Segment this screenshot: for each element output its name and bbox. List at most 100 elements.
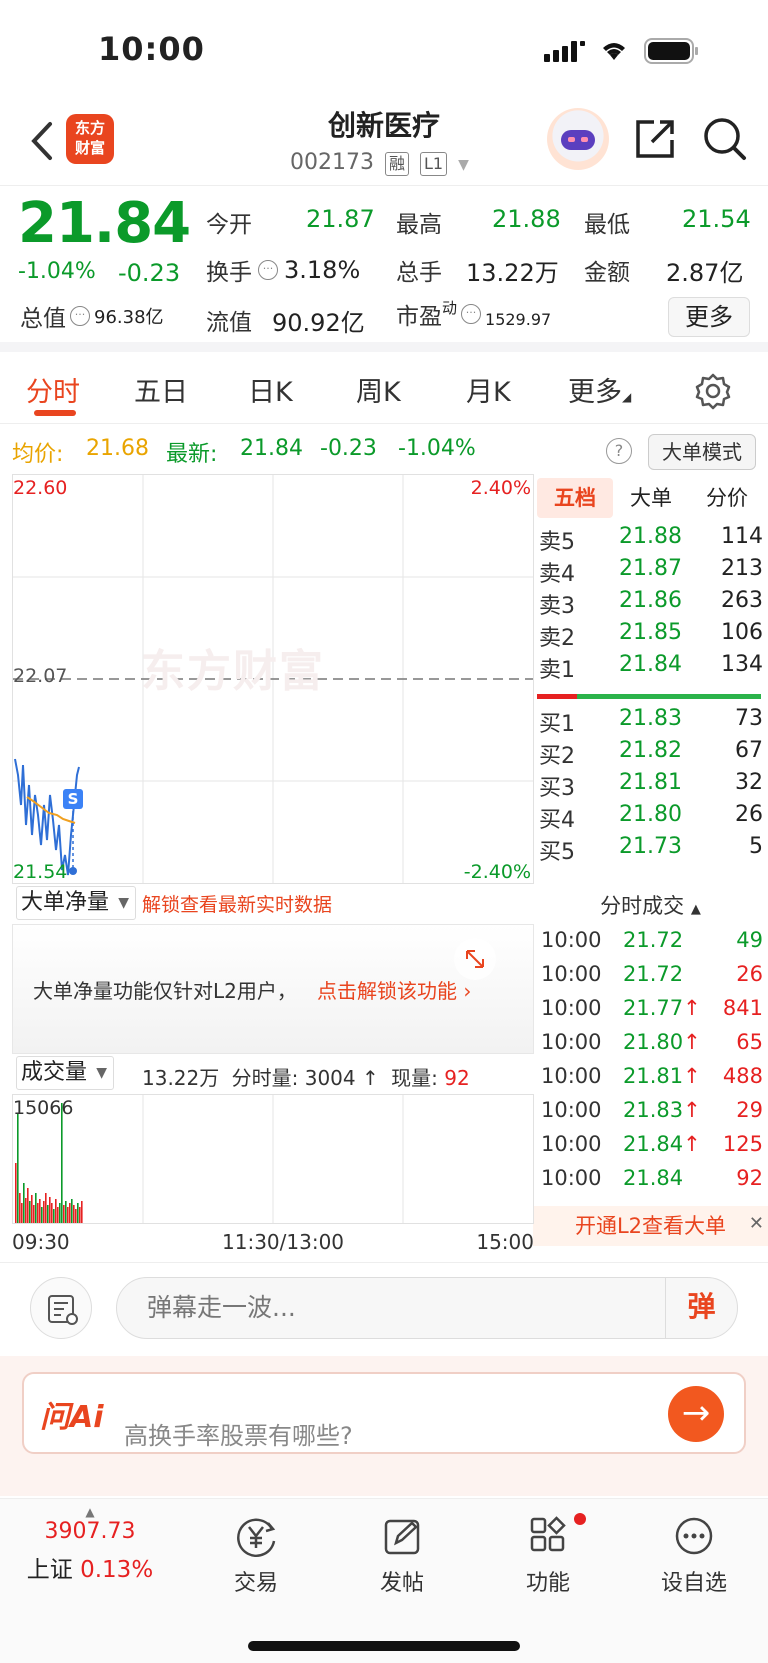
volume-select-value: 成交量 (21, 1060, 88, 1085)
volume-chart[interactable]: 15066 (12, 1094, 534, 1224)
ask-price: 21.85 (619, 620, 682, 645)
info-icon[interactable]: ··· (258, 260, 278, 280)
trade-volume: 49 (736, 928, 763, 952)
nav-features-label: 功能 (525, 1571, 570, 1596)
tab-price-distribution[interactable]: 分价 (689, 478, 765, 518)
info-icon[interactable]: ··· (70, 306, 90, 326)
danmu-list-icon[interactable] (30, 1277, 92, 1339)
features-grid-icon (530, 1516, 566, 1552)
volume-bars (15, 1095, 404, 1223)
trade-time: 10:00 (541, 1064, 602, 1088)
volume-select[interactable]: 成交量 ▼ (16, 1056, 115, 1090)
ask-label: 卖4 (539, 562, 575, 587)
current-volume-label: 现量: (391, 1066, 438, 1090)
tab-intraday[interactable]: 分时 (26, 370, 80, 409)
nav-watchlist-label: 设自选 (660, 1571, 727, 1596)
chevron-down-icon: ◢ (622, 390, 632, 404)
arrow-right-icon[interactable]: → (668, 1386, 724, 1442)
nav-post[interactable]: 发帖 (352, 1515, 452, 1597)
info-icon[interactable]: ··· (461, 304, 482, 324)
intraday-chart[interactable]: 东方财富 22.60 22.07 21.54 2.40% -2.40% S (12, 474, 534, 884)
ask-row: 卖4 21.87 213 (539, 556, 763, 588)
chart-tabs: 分时 五日 日K 周K 月K 更多◢ (0, 362, 768, 424)
nav-features[interactable]: 功能 (498, 1513, 598, 1597)
wifi-icon (603, 43, 625, 60)
trade-time: 10:00 (541, 928, 602, 952)
ai-logo: 问Ai (40, 1400, 104, 1435)
index-pct: 0.13% (80, 1557, 154, 1583)
trade-row: 10:00 21.84 92 (541, 1166, 763, 1200)
unlock-hint[interactable]: 解锁查看最新实时数据 (142, 890, 332, 917)
bid-label: 买5 (539, 840, 575, 865)
chg-pct: -1.04% (398, 436, 476, 461)
turnover-stat: 换手 ··· 3.18% (206, 253, 360, 287)
minute-volume-value: 3004 (304, 1066, 356, 1090)
bid-row: 买2 21.82 67 (539, 738, 763, 770)
volume-total: 13.22万 (142, 1066, 220, 1090)
bid-label: 买2 (539, 744, 575, 769)
margin-tag: 融 (384, 152, 409, 176)
danmu-placeholder: 弹幕走一波... (147, 1293, 296, 1322)
y-axis-mid: 22.07 (13, 665, 68, 687)
bid-price: 21.82 (619, 738, 682, 763)
indicator-select[interactable]: 大单净量 ▼ (16, 886, 137, 920)
time-axis: 09:30 11:30/13:00 15:00 (12, 1226, 534, 1256)
bid-price: 21.73 (619, 834, 682, 859)
ask-qty: 263 (721, 588, 763, 613)
y-axis-bottom: 21.54 (13, 861, 68, 883)
trade-price: 21.80↑ (623, 1030, 701, 1054)
settings-gear-icon[interactable] (694, 372, 732, 410)
bid-label: 买3 (539, 776, 575, 801)
nav-post-label: 发帖 (379, 1571, 424, 1596)
close-icon[interactable]: ✕ (749, 1204, 764, 1244)
ask-label: 卖5 (539, 530, 575, 555)
tab-weekly-k[interactable]: 周K (356, 370, 401, 409)
search-icon[interactable] (700, 114, 750, 164)
l2-unlock-link[interactable]: 点击解锁该功能 › (317, 975, 471, 1004)
ai-question-box[interactable]: 问Ai 高换手率股票有哪些? → (22, 1372, 746, 1454)
trade-row: 10:00 21.77↑ 841 (541, 996, 763, 1030)
share-icon[interactable] (630, 114, 680, 164)
nav-watchlist[interactable]: 设自选 (644, 1515, 744, 1597)
tab-more[interactable]: 更多◢ (568, 370, 631, 409)
tab-monthly-k[interactable]: 月K (466, 370, 511, 409)
bid-qty: 5 (749, 834, 763, 859)
bid-price: 21.80 (619, 802, 682, 827)
tab-big-orders[interactable]: 大单 (613, 478, 689, 518)
ai-robot-avatar[interactable] (547, 108, 609, 170)
order-book-tabs: 五档 大单 分价 (537, 478, 767, 518)
signal-marker-icon[interactable]: S (63, 789, 83, 809)
change-pct: -1.04% (18, 259, 96, 284)
last-label: 最新: (166, 442, 218, 467)
trades-title[interactable]: 分时成交 ▲ (533, 890, 768, 920)
change-value: -0.23 (118, 259, 181, 287)
battery-icon (644, 38, 698, 64)
ask-label: 卖1 (539, 658, 575, 683)
danmu-send-button[interactable]: 弹 (665, 1277, 737, 1339)
stock-code-row[interactable]: 002173 融 L1 ▼ (290, 150, 469, 176)
caret-up-icon: ▲ (690, 902, 701, 917)
trade-row: 10:00 21.84↑ 125 (541, 1132, 763, 1166)
open-label: 今开 (206, 212, 252, 238)
trade-volume: 488 (722, 1064, 763, 1088)
big-order-mode-button[interactable]: 大单模式 (648, 434, 756, 470)
nav-trade[interactable]: 交易 (206, 1515, 306, 1597)
home-indicator (248, 1641, 520, 1651)
stock-code: 002173 (290, 150, 374, 175)
expand-icon[interactable] (453, 937, 497, 981)
float-label: 流值 (206, 310, 252, 336)
more-stats-button[interactable]: 更多 (668, 297, 750, 337)
bid-row: 买4 21.80 26 (539, 802, 763, 834)
more-circle-icon (675, 1517, 713, 1555)
index-ticker[interactable]: ▲ 3907.73 上证 0.13% (20, 1505, 160, 1584)
tab-five-levels[interactable]: 五档 (537, 478, 613, 518)
ask-qty: 213 (721, 556, 763, 581)
notification-dot (574, 1513, 586, 1525)
l2-open-banner[interactable]: 开通L2查看大单 ✕ (533, 1206, 768, 1246)
stock-header: 东方 财富 创新医疗 002173 融 L1 ▼ (0, 100, 768, 186)
tab-five-day[interactable]: 五日 (134, 370, 188, 409)
tab-daily-k[interactable]: 日K (248, 370, 293, 409)
help-icon[interactable]: ? (606, 438, 632, 464)
danmu-input[interactable]: 弹幕走一波... 弹 (116, 1277, 738, 1339)
ask-price: 21.86 (619, 588, 682, 613)
